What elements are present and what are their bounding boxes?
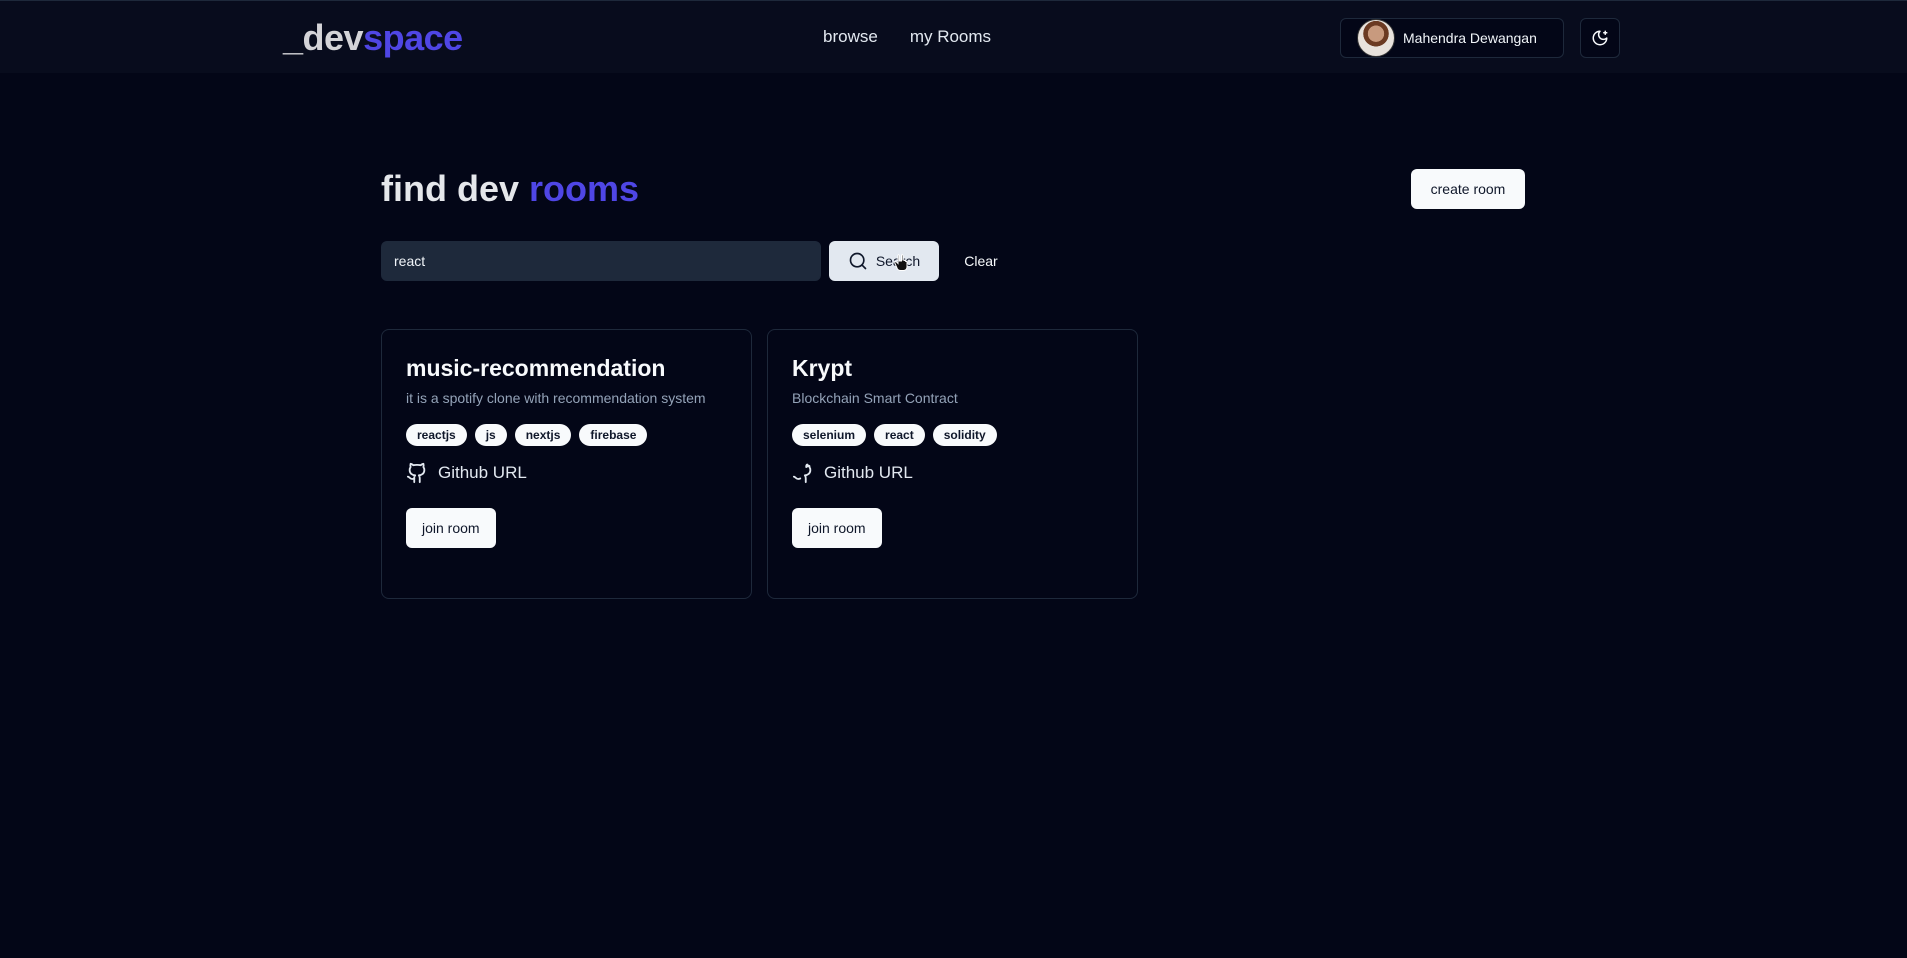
room-tags: reactjs js nextjs firebase xyxy=(406,424,727,446)
room-tags: selenium react solidity xyxy=(792,424,1113,446)
create-room-button[interactable]: create room xyxy=(1411,169,1525,209)
top-navbar: _devspace browse my Rooms Mahendra Dewan… xyxy=(0,0,1907,73)
nav-browse-link[interactable]: browse xyxy=(823,26,878,48)
search-button[interactable]: Search xyxy=(829,241,939,281)
clear-button[interactable]: Clear xyxy=(952,241,1010,281)
nav-my-rooms-link[interactable]: my Rooms xyxy=(910,26,991,48)
tag-badge[interactable]: react xyxy=(874,424,925,446)
hand-cursor-icon xyxy=(894,254,908,271)
avatar xyxy=(1357,19,1395,57)
room-card: music-recommendation it is a spotify clo… xyxy=(381,329,752,599)
search-input[interactable] xyxy=(381,241,821,281)
github-icon xyxy=(406,462,426,484)
logo[interactable]: _devspace xyxy=(283,18,463,58)
moon-sun-icon xyxy=(1592,30,1608,46)
tag-badge[interactable]: reactjs xyxy=(406,424,467,446)
main-nav: browse my Rooms xyxy=(823,26,991,48)
github-link-label: Github URL xyxy=(438,463,527,482)
room-description: Blockchain Smart Contract xyxy=(792,390,958,406)
page-title: find dev rooms xyxy=(381,167,639,211)
tag-badge[interactable]: firebase xyxy=(579,424,648,446)
room-description: it is a spotify clone with recommendatio… xyxy=(406,390,706,406)
github-link[interactable]: Github URL xyxy=(792,462,1113,484)
theme-toggle-button[interactable] xyxy=(1580,18,1620,58)
join-room-button[interactable]: join room xyxy=(792,508,882,548)
tag-badge[interactable]: selenium xyxy=(792,424,867,446)
logo-text-dev: _dev xyxy=(283,17,364,58)
logo-text-space: space xyxy=(363,17,463,58)
user-name: Mahendra Dewangan xyxy=(1403,30,1537,46)
room-title: music-recommendation xyxy=(406,355,666,381)
github-link[interactable]: Github URL xyxy=(406,462,727,484)
tag-badge[interactable]: js xyxy=(474,424,507,446)
page-title-highlight: rooms xyxy=(529,168,640,209)
user-menu-button[interactable]: Mahendra Dewangan xyxy=(1340,18,1564,58)
github-icon xyxy=(792,463,812,484)
github-link-label: Github URL xyxy=(824,463,913,482)
tag-badge[interactable]: nextjs xyxy=(514,424,572,446)
search-icon xyxy=(849,252,867,270)
page-title-text: find dev xyxy=(381,168,530,209)
room-card: Krypt Blockchain Smart Contract selenium… xyxy=(767,329,1138,599)
join-room-button[interactable]: join room xyxy=(406,508,496,548)
room-title: Krypt xyxy=(792,355,853,381)
tag-badge[interactable]: solidity xyxy=(932,424,997,446)
